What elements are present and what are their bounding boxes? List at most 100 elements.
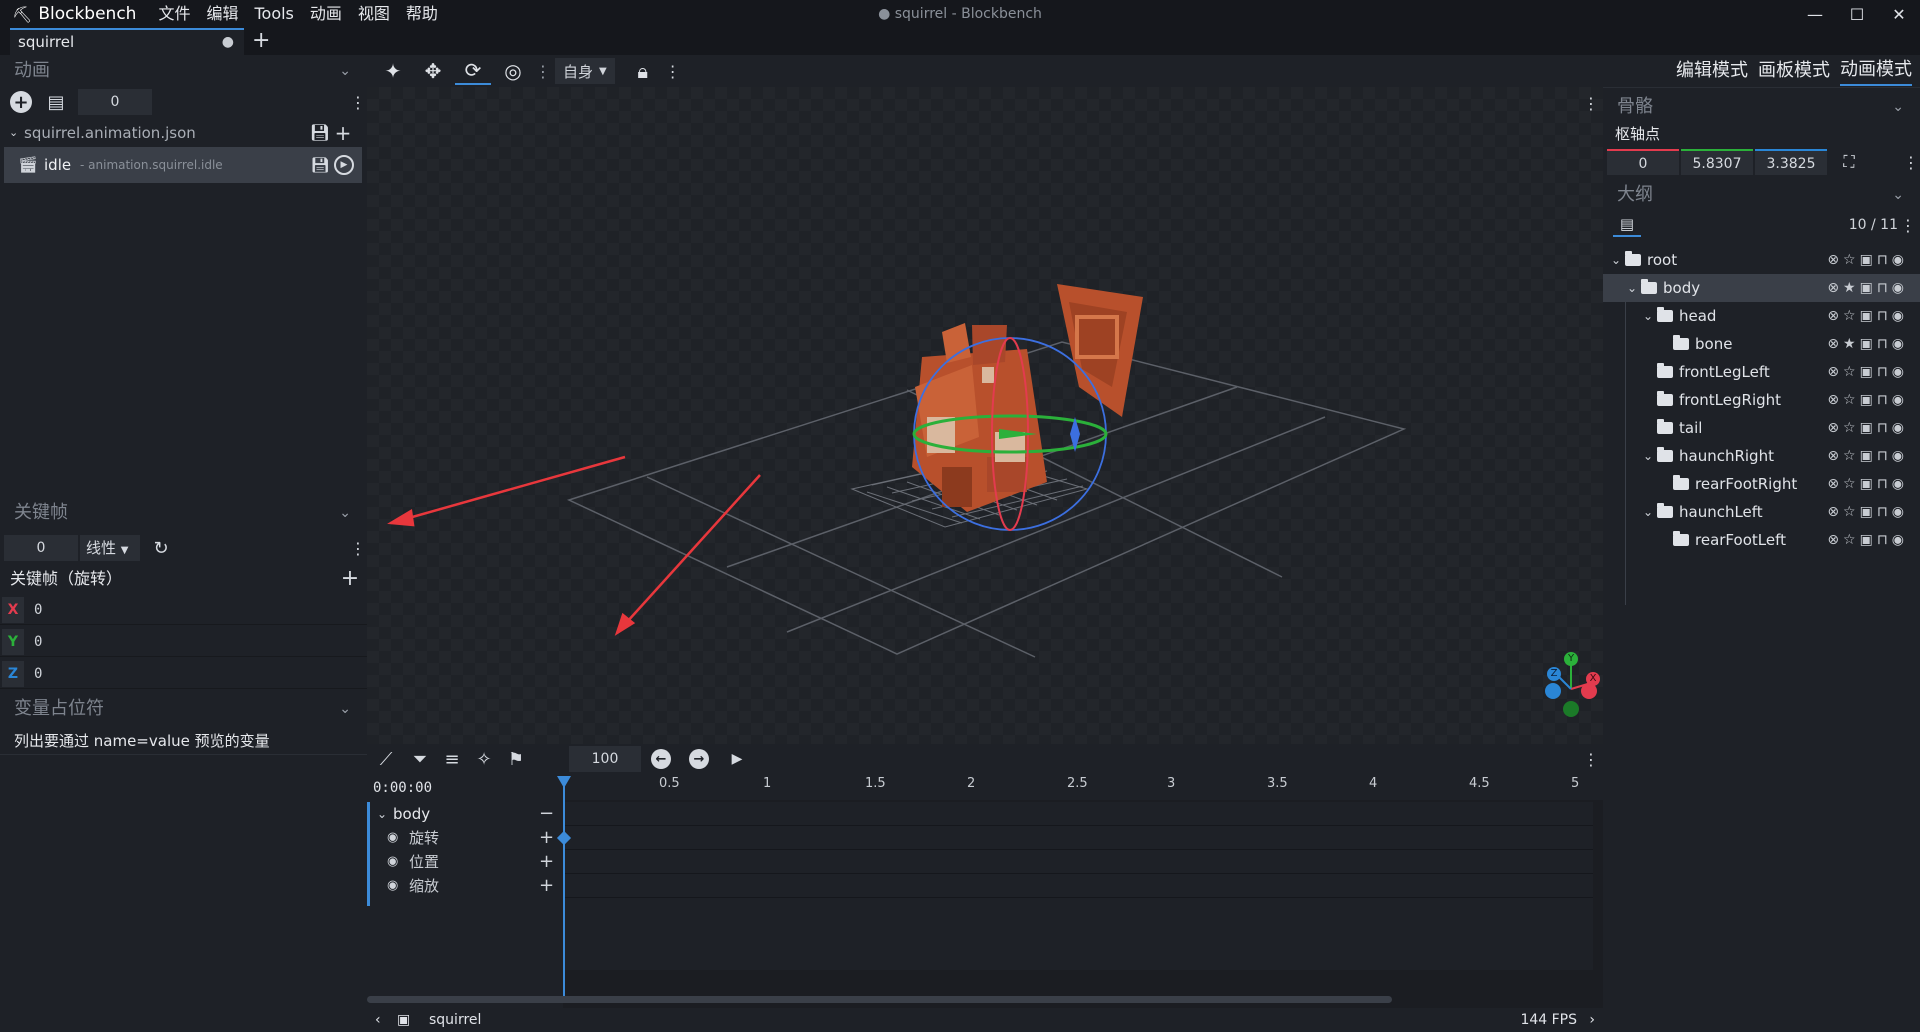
outliner-item-bone[interactable]: bone ⊗ ★ ▣ ⊓ ◉ xyxy=(1603,330,1920,358)
add-animation-icon[interactable]: + xyxy=(10,91,32,113)
load-file-icon[interactable]: ▤ xyxy=(46,89,66,115)
eye-icon[interactable]: ◉ xyxy=(387,826,398,850)
export-icon[interactable]: ⊗ xyxy=(1827,358,1839,386)
track-row-scale[interactable] xyxy=(563,874,1593,898)
track-row-rotation[interactable] xyxy=(563,826,1593,850)
add-icon[interactable]: + xyxy=(334,121,352,145)
eye-icon[interactable]: ◉ xyxy=(1892,358,1904,386)
camera-icon[interactable]: ▣ xyxy=(1860,302,1873,330)
camera-icon[interactable]: ▣ xyxy=(1860,470,1873,498)
remove-icon[interactable]: − xyxy=(539,802,554,826)
add-icon[interactable]: + xyxy=(340,565,360,593)
outliner-item-tail[interactable]: tail ⊗ ☆ ▣ ⊓ ◉ xyxy=(1603,414,1920,442)
mode-paint[interactable]: 画板模式 xyxy=(1758,57,1830,85)
play-icon[interactable]: ▶ xyxy=(727,747,747,771)
menu-view[interactable]: 视图 xyxy=(350,0,398,28)
star-icon[interactable]: ☆ xyxy=(1843,498,1856,526)
more-vertical-icon[interactable]: ⋮ xyxy=(1900,213,1916,237)
track-empty-area[interactable] xyxy=(563,898,1593,970)
menu-edit[interactable]: 编辑 xyxy=(198,0,246,28)
center-pivot-icon[interactable]: ⛶ xyxy=(1837,149,1861,175)
timeline-channel-position[interactable]: ◉ 位置 + xyxy=(367,850,563,874)
eye-icon[interactable]: ◉ xyxy=(1892,526,1904,554)
track-row-position[interactable] xyxy=(563,850,1593,874)
menu-file[interactable]: 文件 xyxy=(150,0,198,28)
star-icon[interactable]: ☆ xyxy=(1843,414,1856,442)
eye-icon[interactable]: ◉ xyxy=(387,850,398,874)
axis-y-handle[interactable]: Y xyxy=(1564,652,1578,666)
more-vertical-icon[interactable]: ⋮ xyxy=(1583,747,1599,771)
outliner-item-frontlegleft[interactable]: frontLegLeft ⊗ ☆ ▣ ⊓ ◉ xyxy=(1603,358,1920,386)
export-icon[interactable]: ⊗ xyxy=(1827,470,1839,498)
star-icon[interactable]: ☆ xyxy=(1843,246,1856,274)
star-icon[interactable]: ☆ xyxy=(1843,470,1856,498)
interpolation-select[interactable]: 线性 ▼ xyxy=(80,535,140,561)
keyframe-z-input[interactable]: 0 xyxy=(26,661,367,687)
timeline-group-body[interactable]: ⌄ body − xyxy=(367,802,563,826)
pivot-z-input[interactable]: 3.3825 xyxy=(1755,149,1827,175)
chevron-down-icon[interactable]: ⌄ xyxy=(1892,181,1904,209)
camera-icon[interactable]: ▣ xyxy=(1860,498,1873,526)
animation-panel-header[interactable]: 动画 ⌄ xyxy=(0,55,367,87)
magic-wand-icon[interactable]: ✧ xyxy=(471,747,497,771)
eye-icon[interactable]: ◉ xyxy=(1892,498,1904,526)
outliner-panel-header[interactable]: 大纲 ⌄ xyxy=(1603,181,1920,209)
playhead[interactable] xyxy=(563,776,565,996)
transform-space-select[interactable]: 自身 ▼ xyxy=(555,58,615,84)
reset-icon[interactable]: ↻ xyxy=(150,535,172,561)
menu-tools[interactable]: Tools xyxy=(246,0,301,28)
camera-icon[interactable]: ▣ xyxy=(1860,246,1873,274)
chevron-down-icon[interactable]: ⌄ xyxy=(1627,274,1637,302)
add-group-icon[interactable]: ▤ xyxy=(1613,213,1641,237)
lock-icon[interactable]: ⊓ xyxy=(1877,302,1888,330)
3d-viewport[interactable]: ⋮ Y X Z xyxy=(367,87,1603,744)
lock-icon[interactable]: ⊓ xyxy=(1877,330,1888,358)
camera-icon[interactable]: ▣ xyxy=(1860,274,1873,302)
track-row-body[interactable] xyxy=(563,802,1593,826)
outliner-item-haunchright[interactable]: ⌄ haunchRight ⊗ ☆ ▣ ⊓ ◉ xyxy=(1603,442,1920,470)
chevron-left-icon[interactable]: ‹ xyxy=(375,1008,381,1032)
outliner-item-rearfootleft[interactable]: rearFootLeft ⊗ ☆ ▣ ⊓ ◉ xyxy=(1603,526,1920,554)
star-icon[interactable]: ☆ xyxy=(1843,358,1856,386)
pivot-x-input[interactable]: 0 xyxy=(1607,149,1679,175)
camera-icon[interactable]: ▣ xyxy=(1860,442,1873,470)
lock-icon[interactable]: ⊓ xyxy=(1877,442,1888,470)
lock-icon[interactable]: ⊓ xyxy=(1877,470,1888,498)
timeline-channel-rotation[interactable]: ◉ 旋转 + xyxy=(367,826,563,850)
timeline-tracks[interactable]: 0.5 1 1.5 2 2.5 3 3.5 4 4.5 5 xyxy=(556,776,1603,1008)
keyframe-y-input[interactable]: 0 xyxy=(26,629,367,655)
star-icon[interactable]: ★ xyxy=(1843,274,1856,302)
eye-icon[interactable]: ◉ xyxy=(1892,302,1904,330)
eye-icon[interactable]: ◉ xyxy=(1892,274,1904,302)
add-keyframe-icon[interactable]: + xyxy=(539,850,554,874)
eye-icon[interactable]: ◉ xyxy=(1892,330,1904,358)
save-icon[interactable]: 💾︎ xyxy=(310,155,330,175)
more-vertical-icon[interactable]: ⋮ xyxy=(1903,149,1919,175)
list-icon[interactable]: ≡ xyxy=(439,747,465,771)
lock-icon[interactable]: 🔒︎ xyxy=(625,57,661,85)
export-icon[interactable]: ⊗ xyxy=(1827,302,1839,330)
timeline-channel-scale[interactable]: ◉ 缩放 + xyxy=(367,874,563,898)
outliner-item-rearfootright[interactable]: rearFootRight ⊗ ☆ ▣ ⊓ ◉ xyxy=(1603,470,1920,498)
axis-gizmo[interactable]: Y X Z xyxy=(1537,647,1603,727)
animation-file-row[interactable]: ⌄ squirrel.animation.json 💾︎ + xyxy=(0,121,367,145)
lock-icon[interactable]: ⊓ xyxy=(1877,358,1888,386)
chevron-down-icon[interactable]: ⌄ xyxy=(339,693,351,725)
camera-icon[interactable]: ▣ xyxy=(1860,414,1873,442)
outliner-item-body[interactable]: ⌄ body ⊗ ★ ▣ ⊓ ◉ xyxy=(1603,274,1920,302)
lock-icon[interactable]: ⊓ xyxy=(1877,274,1888,302)
menu-help[interactable]: 帮助 xyxy=(398,0,446,28)
mode-edit[interactable]: 编辑模式 xyxy=(1676,57,1748,85)
keyframe-panel-header[interactable]: 关键帧 ⌄ xyxy=(0,497,367,529)
variable-panel-header[interactable]: 变量占位符 ⌄ xyxy=(0,693,367,725)
more-vertical-icon[interactable]: ⋮ xyxy=(350,535,366,561)
chevron-down-icon[interactable]: ⌄ xyxy=(1643,302,1653,330)
outliner-item-root[interactable]: ⌄ root ⊗ ☆ ▣ ⊓ ◉ xyxy=(1603,246,1920,274)
next-keyframe-icon[interactable]: → xyxy=(689,749,709,769)
close-icon[interactable]: ✕ xyxy=(1878,0,1920,28)
axis-x-handle[interactable]: X xyxy=(1586,672,1600,686)
graph-editor-icon[interactable]: ⟋ xyxy=(373,747,399,771)
chevron-down-icon[interactable]: ⌄ xyxy=(377,802,387,826)
maximize-icon[interactable]: ☐ xyxy=(1836,0,1878,28)
export-icon[interactable]: ⊗ xyxy=(1827,274,1839,302)
